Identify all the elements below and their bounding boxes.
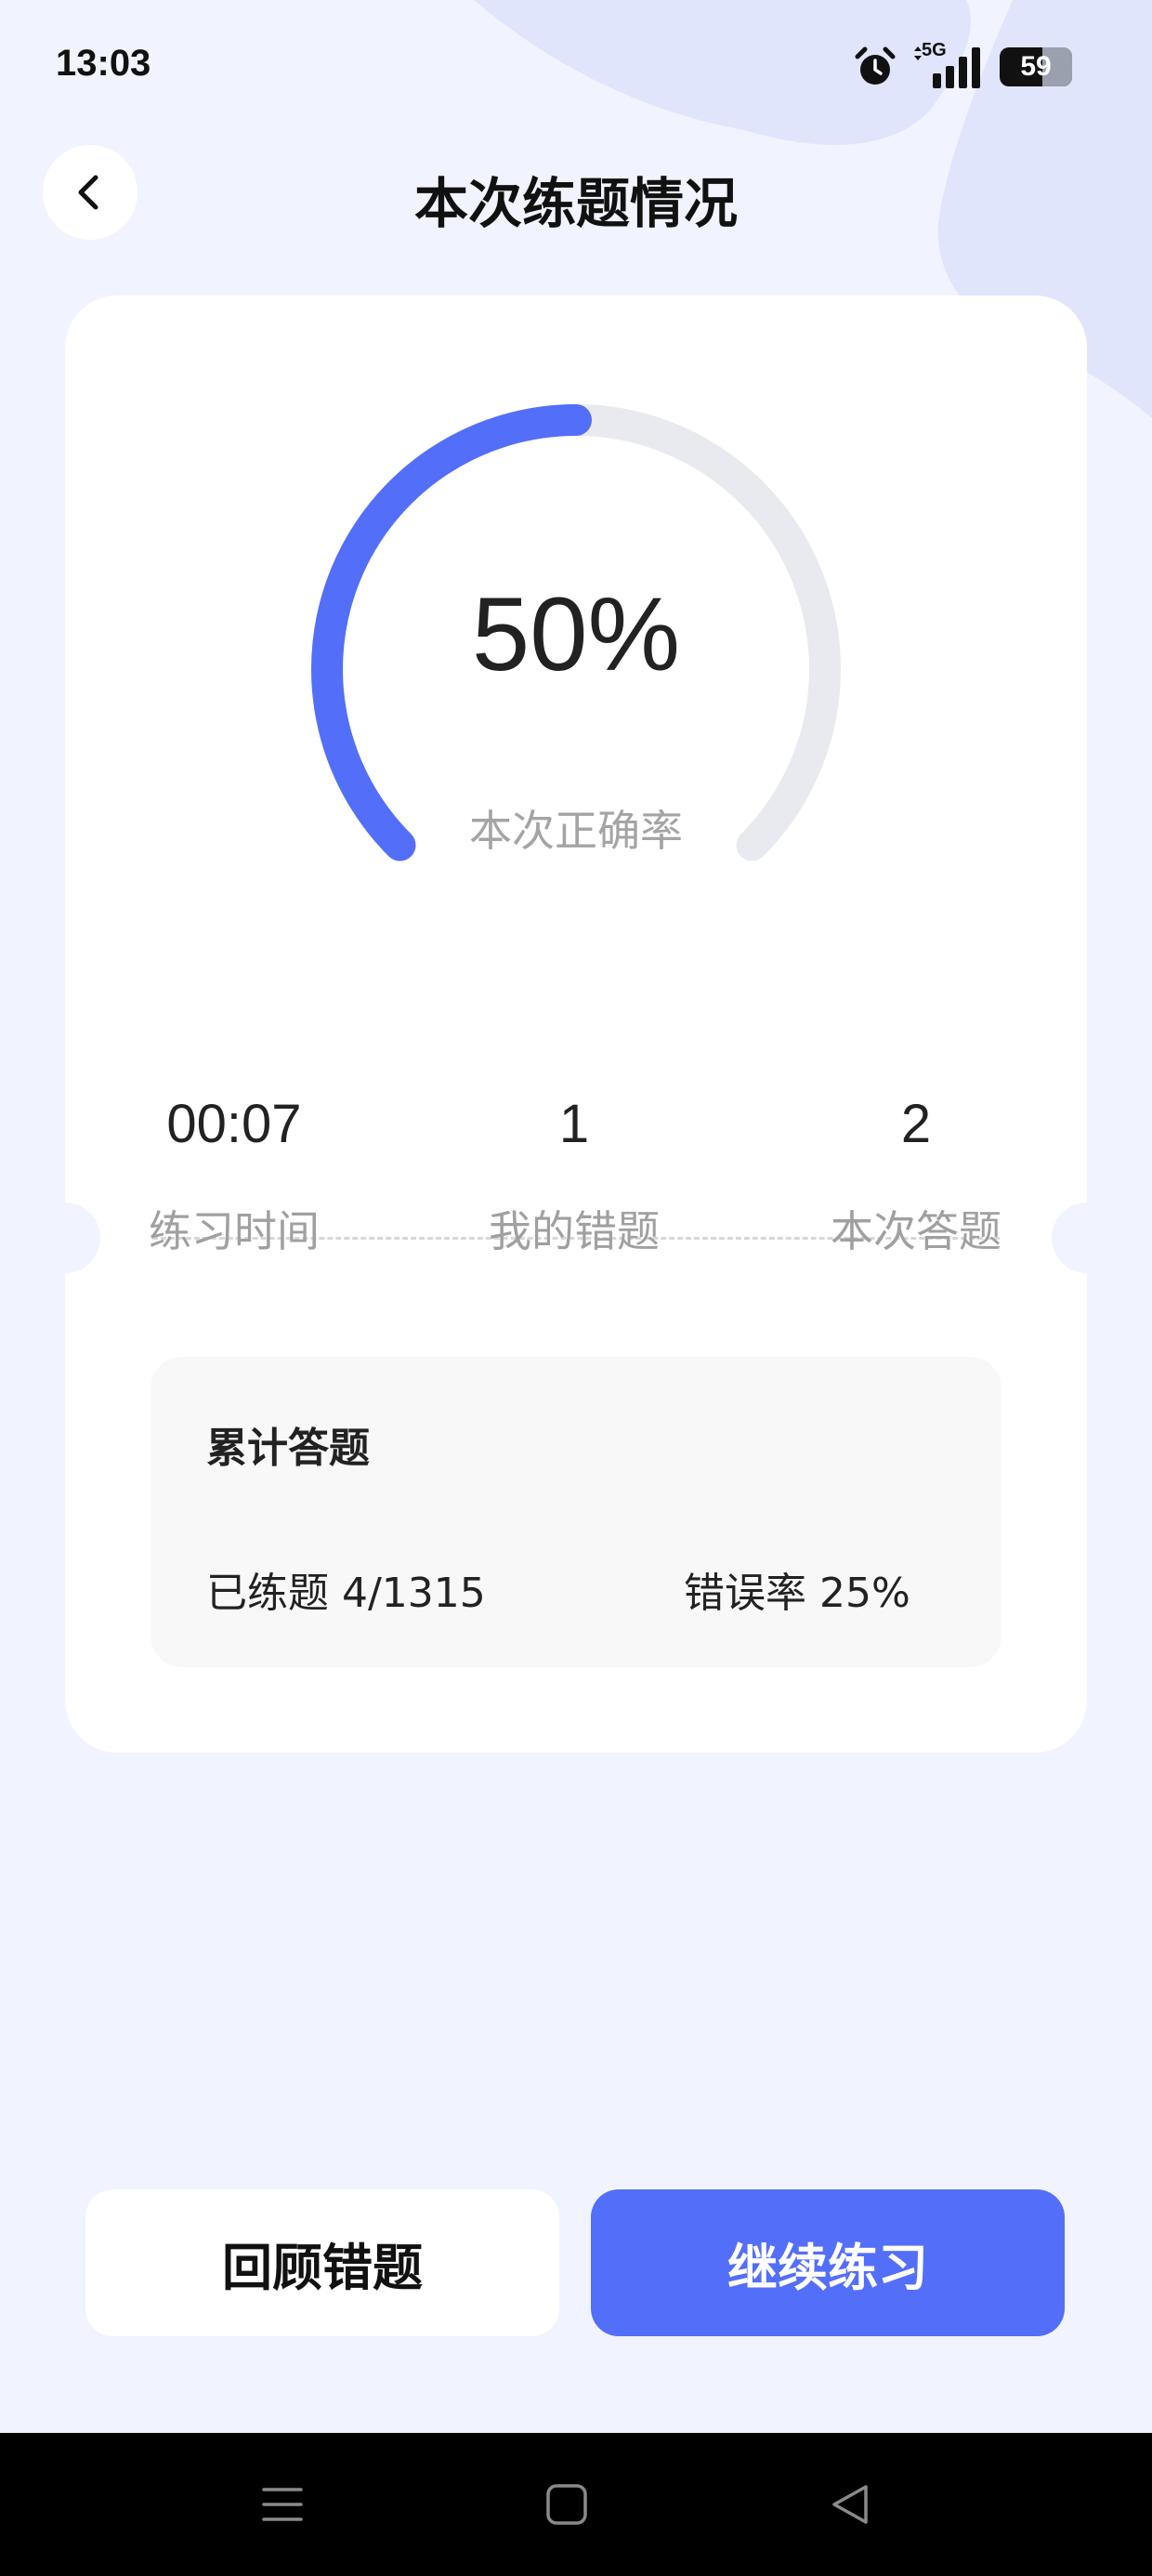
card-notch-left: [30, 1203, 100, 1273]
back-triangle-icon[interactable]: [829, 2482, 873, 2527]
review-mistakes-button[interactable]: 回顾错题: [85, 2189, 559, 2336]
system-nav-bar: [0, 2433, 1152, 2576]
stat-label: 本次答题: [831, 1206, 1001, 1256]
cumulative-panel: 累计答题 已练题 4/1315 错误率 25%: [151, 1357, 1001, 1667]
continue-practice-button[interactable]: 继续练习: [591, 2189, 1065, 2336]
cumulative-error-rate: 错误率 25%: [684, 1570, 910, 1617]
cumulative-title: 累计答题: [206, 1425, 370, 1472]
stat-value: 2: [900, 1094, 932, 1154]
accuracy-gauge: [311, 404, 841, 861]
stat-answered: 2 本次答题: [777, 1093, 1055, 1259]
card-notch-right: [1052, 1203, 1122, 1273]
stat-label: 练习时间: [149, 1206, 320, 1256]
accuracy-value: 50%: [471, 576, 681, 692]
stat-value: 1: [558, 1094, 590, 1154]
accuracy-label: 本次正确率: [469, 806, 683, 856]
stat-practice-time: 00:07 练习时间: [95, 1093, 373, 1259]
stat-value: 00:07: [166, 1094, 302, 1154]
menu-icon[interactable]: [260, 2482, 305, 2527]
home-icon[interactable]: [544, 2482, 589, 2527]
stat-wrong-questions: 1 我的错题: [435, 1093, 713, 1259]
stat-label: 我的错题: [489, 1206, 660, 1256]
cumulative-practiced: 已练题 4/1315: [206, 1570, 486, 1617]
